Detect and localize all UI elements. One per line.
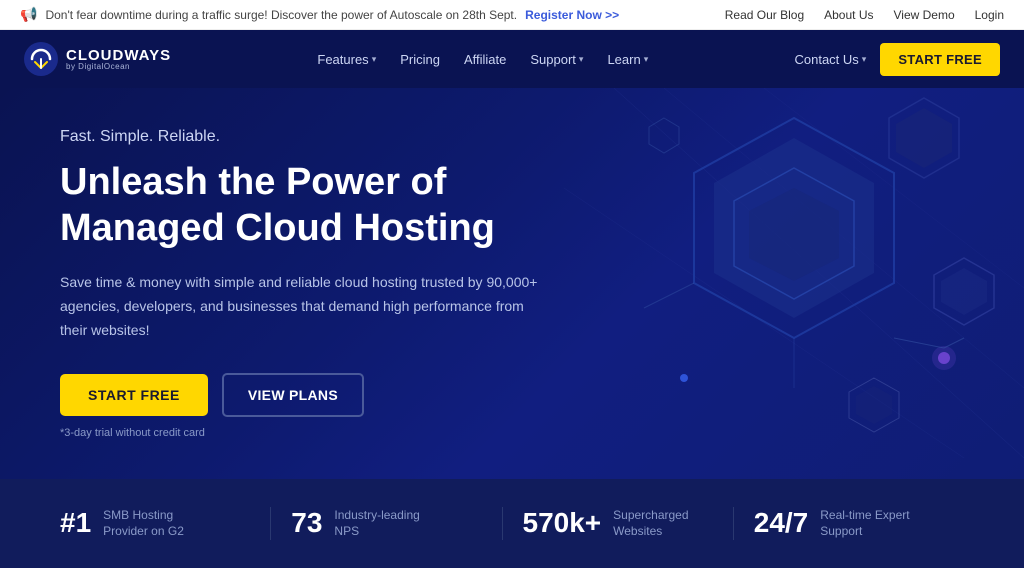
- hero-view-plans-button[interactable]: VIEW PLANS: [222, 373, 364, 417]
- logo-text: CLOUDWAYS by DigitalOcean: [66, 48, 171, 71]
- logo-sub-text: by DigitalOcean: [66, 63, 171, 71]
- announcement-right: Read Our Blog About Us View Demo Login: [725, 8, 1004, 22]
- about-us-link[interactable]: About Us: [824, 8, 873, 22]
- stat-item-websites: 570k+ Supercharged Websites: [503, 507, 734, 541]
- chevron-down-icon: ▾: [372, 54, 377, 65]
- hero-section: Fast. Simple. Reliable. Unleash the Powe…: [0, 88, 1024, 479]
- stat-number-smb: #1: [60, 507, 91, 539]
- stat-label-support: Real-time Expert Support: [820, 507, 910, 541]
- chevron-down-icon: ▾: [862, 54, 867, 65]
- navbar: CLOUDWAYS by DigitalOcean Features ▾ Pri…: [0, 30, 1024, 88]
- logo-main-text: CLOUDWAYS: [66, 48, 171, 63]
- hero-start-free-button[interactable]: START FREE: [60, 374, 208, 416]
- hero-description: Save time & money with simple and reliab…: [60, 271, 540, 342]
- chevron-down-icon: ▾: [644, 54, 649, 65]
- nav-support-link[interactable]: Support ▾: [520, 44, 593, 75]
- chevron-down-icon: ▾: [579, 54, 584, 65]
- hero-illustration: [564, 88, 1024, 458]
- start-free-nav-button[interactable]: START FREE: [880, 43, 1000, 76]
- login-link[interactable]: Login: [975, 8, 1004, 22]
- announcement-text: Don't fear downtime during a traffic sur…: [45, 8, 517, 22]
- contact-us-link[interactable]: Contact Us ▾: [794, 52, 866, 67]
- stat-item-smb: #1 SMB Hosting Provider on G2: [60, 507, 271, 541]
- stat-label-smb: SMB Hosting Provider on G2: [103, 507, 193, 541]
- logo[interactable]: CLOUDWAYS by DigitalOcean: [24, 42, 171, 76]
- hero-trial-note: *3-day trial without credit card: [60, 427, 620, 439]
- nav-features-link[interactable]: Features ▾: [307, 44, 386, 75]
- stat-label-nps: Industry-leading NPS: [334, 507, 424, 541]
- nav-links: Features ▾ Pricing Affiliate Support ▾ L…: [307, 44, 658, 75]
- stat-number-support: 24/7: [754, 507, 809, 539]
- nav-item-learn[interactable]: Learn ▾: [597, 44, 658, 75]
- announcement-left: 📢 Don't fear downtime during a traffic s…: [20, 6, 619, 23]
- hero-graphic: [564, 88, 1024, 479]
- nav-right: Contact Us ▾ START FREE: [794, 43, 1000, 76]
- stat-label-websites: Supercharged Websites: [613, 507, 703, 541]
- nav-pricing-link[interactable]: Pricing: [390, 44, 450, 75]
- view-demo-link[interactable]: View Demo: [893, 8, 954, 22]
- hero-title: Unleash the Power of Managed Cloud Hosti…: [60, 160, 620, 251]
- stat-number-nps: 73: [291, 507, 322, 539]
- hero-tagline: Fast. Simple. Reliable.: [60, 128, 620, 146]
- logo-icon: [24, 42, 58, 76]
- nav-learn-link[interactable]: Learn ▾: [597, 44, 658, 75]
- register-now-link[interactable]: Register Now >>: [525, 8, 619, 22]
- stat-item-support: 24/7 Real-time Expert Support: [734, 507, 964, 541]
- stat-item-nps: 73 Industry-leading NPS: [271, 507, 502, 541]
- stat-number-websites: 570k+: [523, 507, 602, 539]
- nav-affiliate-link[interactable]: Affiliate: [454, 44, 516, 75]
- megaphone-icon: 📢: [20, 6, 37, 23]
- hero-content: Fast. Simple. Reliable. Unleash the Powe…: [60, 128, 620, 439]
- announcement-bar: 📢 Don't fear downtime during a traffic s…: [0, 0, 1024, 30]
- hero-buttons: START FREE VIEW PLANS: [60, 373, 620, 417]
- read-blog-link[interactable]: Read Our Blog: [725, 8, 804, 22]
- stats-bar: #1 SMB Hosting Provider on G2 73 Industr…: [0, 479, 1024, 568]
- nav-item-pricing[interactable]: Pricing: [390, 44, 450, 75]
- nav-item-support[interactable]: Support ▾: [520, 44, 593, 75]
- nav-item-affiliate[interactable]: Affiliate: [454, 44, 516, 75]
- nav-item-features[interactable]: Features ▾: [307, 44, 386, 75]
